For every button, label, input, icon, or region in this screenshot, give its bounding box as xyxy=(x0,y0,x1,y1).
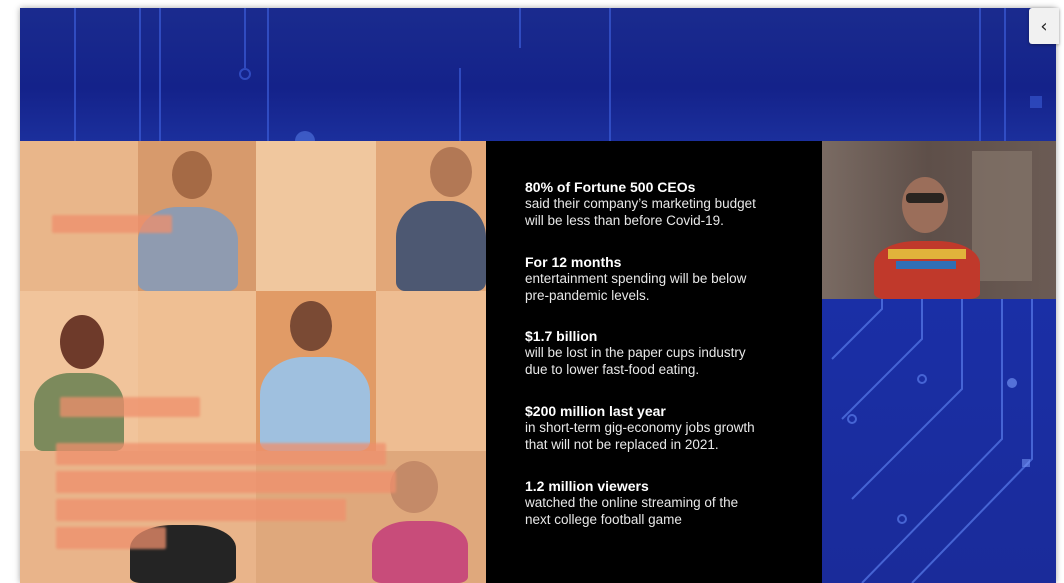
circuit-pattern-right xyxy=(831,299,1033,583)
stat-line: watched the online streaming of the xyxy=(525,495,739,510)
stat-item-entertainment: For 12 months entertainment spending wil… xyxy=(525,254,815,304)
stat-title: For 12 months xyxy=(525,254,622,270)
sign-language-photo-collage xyxy=(20,141,486,583)
presenter-webcam-feed xyxy=(822,141,1056,299)
stat-item-paper-cups: $1.7 billion will be lost in the paper c… xyxy=(525,328,815,378)
stat-line: entertainment spending will be below xyxy=(525,271,747,286)
collapse-panel-button[interactable]: ‹ xyxy=(1029,8,1059,44)
stat-item-ceos: 80% of Fortune 500 CEOs said their compa… xyxy=(525,179,815,229)
stat-item-gig-economy: $200 million last year in short-term gig… xyxy=(525,403,815,453)
stat-line: next college football game xyxy=(525,512,682,527)
stat-title: 1.2 million viewers xyxy=(525,478,649,494)
stat-line: due to lower fast-food eating. xyxy=(525,362,700,377)
stat-line: said their company’s marketing budget xyxy=(525,196,756,211)
stat-line: will be lost in the paper cups industry xyxy=(525,345,746,360)
stat-line: will be less than before Covid-19. xyxy=(525,213,724,228)
stat-title: $200 million last year xyxy=(525,403,666,419)
circuit-banner xyxy=(20,8,1056,141)
chevron-left-icon: ‹ xyxy=(1040,15,1048,37)
stat-line: in short-term gig-economy jobs growth xyxy=(525,420,755,435)
circuit-decoration xyxy=(822,299,1056,583)
stat-title: 80% of Fortune 500 CEOs xyxy=(525,179,696,195)
statistics-panel: 80% of Fortune 500 CEOs said their compa… xyxy=(486,141,822,583)
stat-line: pre-pandemic levels. xyxy=(525,288,650,303)
circuit-pattern xyxy=(74,8,1042,141)
stat-line: that will not be replaced in 2021. xyxy=(525,437,719,452)
stat-title: $1.7 billion xyxy=(525,328,598,344)
stat-item-viewers: 1.2 million viewers watched the online s… xyxy=(525,478,815,528)
presentation-screen: 80% of Fortune 500 CEOs said their compa… xyxy=(20,8,1056,583)
